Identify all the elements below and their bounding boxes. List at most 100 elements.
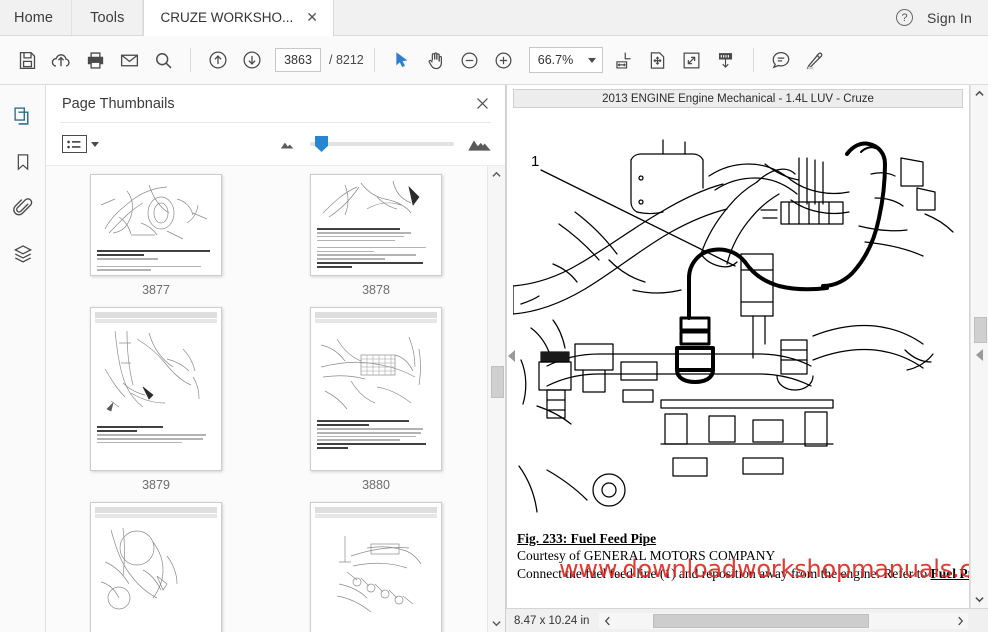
status-bar: 8.47 x 10.24 in [506,608,988,632]
page-total-label: / 8212 [329,53,364,67]
scroll-right-icon[interactable] [952,616,968,626]
previous-page-edge-arrow[interactable] [507,349,517,362]
page-thumbnails-title: Page Thumbnails [62,95,175,112]
save-button[interactable] [10,43,44,77]
sidebar-item-layers[interactable] [8,239,38,269]
thumbnail-page-number: 3878 [362,283,390,297]
thumbnail-layout-button[interactable] [62,135,99,153]
email-button[interactable] [112,43,146,77]
small-thumbnail-icon[interactable] [280,139,296,149]
large-thumbnail-icon[interactable] [468,137,491,151]
thumbnail-size-slider[interactable] [310,136,454,152]
page-number-value: 3863 [284,53,312,67]
menu-tools[interactable]: Tools [72,0,144,35]
page-thumbnail[interactable] [90,174,222,276]
thumbnail-text-lines [317,228,435,268]
print-button[interactable] [78,43,112,77]
next-page-button[interactable] [235,43,269,77]
comment-button[interactable] [764,43,798,77]
horizontal-scrollbar[interactable] [599,612,968,629]
pdf-page[interactable]: 2013 ENGINE Engine Mechanical - 1.4L LUV… [506,85,970,608]
thumbnail-subheader-band [95,514,217,518]
thumbnail-text-lines [317,420,435,450]
thumbnail-artwork [317,329,435,416]
main-body: Page Thumbnails 3877 3878 3879 3880 2013… [0,85,988,632]
thumbnails-scrollbar[interactable] [487,166,505,632]
scroll-up-icon[interactable] [488,166,505,183]
document-scrollbar[interactable] [970,85,988,608]
help-icon[interactable]: ? [896,9,913,26]
page-thumbnail[interactable] [90,307,222,471]
thumbnail-header-band [95,312,217,318]
page-thumbnail[interactable] [310,502,442,632]
thumbnail-header-band [315,312,437,318]
sign-in-button[interactable]: Sign In [927,10,972,26]
scrollbar-thumb[interactable] [974,317,987,343]
horizontal-scrollbar-thumb[interactable] [653,613,870,628]
thumbnail-page-number: 3880 [362,478,390,492]
toolbar-divider-3 [752,48,754,72]
page-thumbnail[interactable] [90,502,222,632]
thumbnail-artwork [317,532,435,621]
page-number-input[interactable]: 3863 [275,48,321,72]
search-icon[interactable] [146,43,180,77]
horizontal-scrollbar-track[interactable] [615,613,952,628]
thumbnail-row: 3881 [46,502,487,632]
scroll-down-icon[interactable] [971,591,988,608]
page-thumbnails-header: Page Thumbnails [46,85,505,122]
fit-page-button[interactable] [641,43,675,77]
thumbnail-cell[interactable]: 3878 [266,174,486,297]
page-thumbnail[interactable] [310,307,442,471]
scroll-up-icon[interactable] [971,85,988,102]
previous-page-button[interactable] [201,43,235,77]
thumbnail-cell[interactable]: 3880 [266,307,486,492]
menu-home-label: Home [14,9,54,26]
zoom-out-button[interactable] [453,43,487,77]
thumbnail-row: 3877 3878 [46,174,487,297]
thumbnail-header-band [95,507,217,513]
document-tab-label: CRUZE WORKSHO... [160,10,294,25]
tab-bar-actions: ? Sign In [896,0,988,35]
upload-cloud-button[interactable] [44,43,78,77]
fit-width-button[interactable] [607,43,641,77]
thumbnail-cell[interactable]: 3882 [266,502,486,632]
svg-text:1: 1 [531,153,539,170]
thumbnail-subheader-band [95,319,217,323]
figure-caption-block: Fig. 233: Fuel Feed Pipe Courtesy of GEN… [507,527,969,583]
close-tab-icon[interactable]: ✕ [303,9,321,27]
close-icon[interactable] [474,95,491,112]
thumbnail-size-slider-knob[interactable] [315,136,328,152]
navigation-rail [0,85,54,632]
fullscreen-button[interactable] [675,43,709,77]
page-header-banner: 2013 ENGINE Engine Mechanical - 1.4L LUV… [513,89,963,108]
select-tool-button[interactable] [385,43,419,77]
zoom-in-button[interactable] [487,43,521,77]
thumbnail-subheader-band [315,319,437,323]
thumbnail-cell[interactable]: 3879 [46,307,266,492]
sign-in-label: Sign In [927,9,972,26]
chevron-down-icon [91,141,99,147]
menu-tools-label: Tools [90,9,125,26]
next-page-edge-arrow[interactable] [975,348,985,361]
scroll-mode-button[interactable] [709,43,743,77]
thumbnail-cell[interactable]: 3881 [46,502,266,632]
menu-home[interactable]: Home [0,0,73,35]
scrollbar-thumb[interactable] [491,366,504,398]
document-tab[interactable]: CRUZE WORKSHO... ✕ [143,0,334,36]
highlight-button[interactable] [798,43,832,77]
thumbnail-page-number: 3877 [142,283,170,297]
figure-body-link[interactable]: Fuel Pressur [930,566,969,581]
thumbnails-scroll-area: 3877 3878 3879 3880 [46,165,505,632]
document-scroll-area: 2013 ENGINE Engine Mechanical - 1.4L LUV… [506,85,988,608]
sidebar-item-attachments[interactable] [8,193,38,223]
sidebar-item-bookmarks[interactable] [8,147,38,177]
scroll-down-icon[interactable] [488,615,505,632]
page-thumbnail[interactable] [310,174,442,276]
page-thumbnails-panel: Page Thumbnails 3877 3878 3879 3880 [46,85,506,632]
zoom-level-select[interactable]: 66.7% [528,47,603,73]
sidebar-item-page-thumbnails[interactable] [8,101,54,131]
thumbnail-cell[interactable]: 3877 [46,174,266,297]
hand-tool-button[interactable] [419,43,453,77]
scroll-left-icon[interactable] [599,616,615,626]
toolbar-divider-1 [190,48,191,72]
